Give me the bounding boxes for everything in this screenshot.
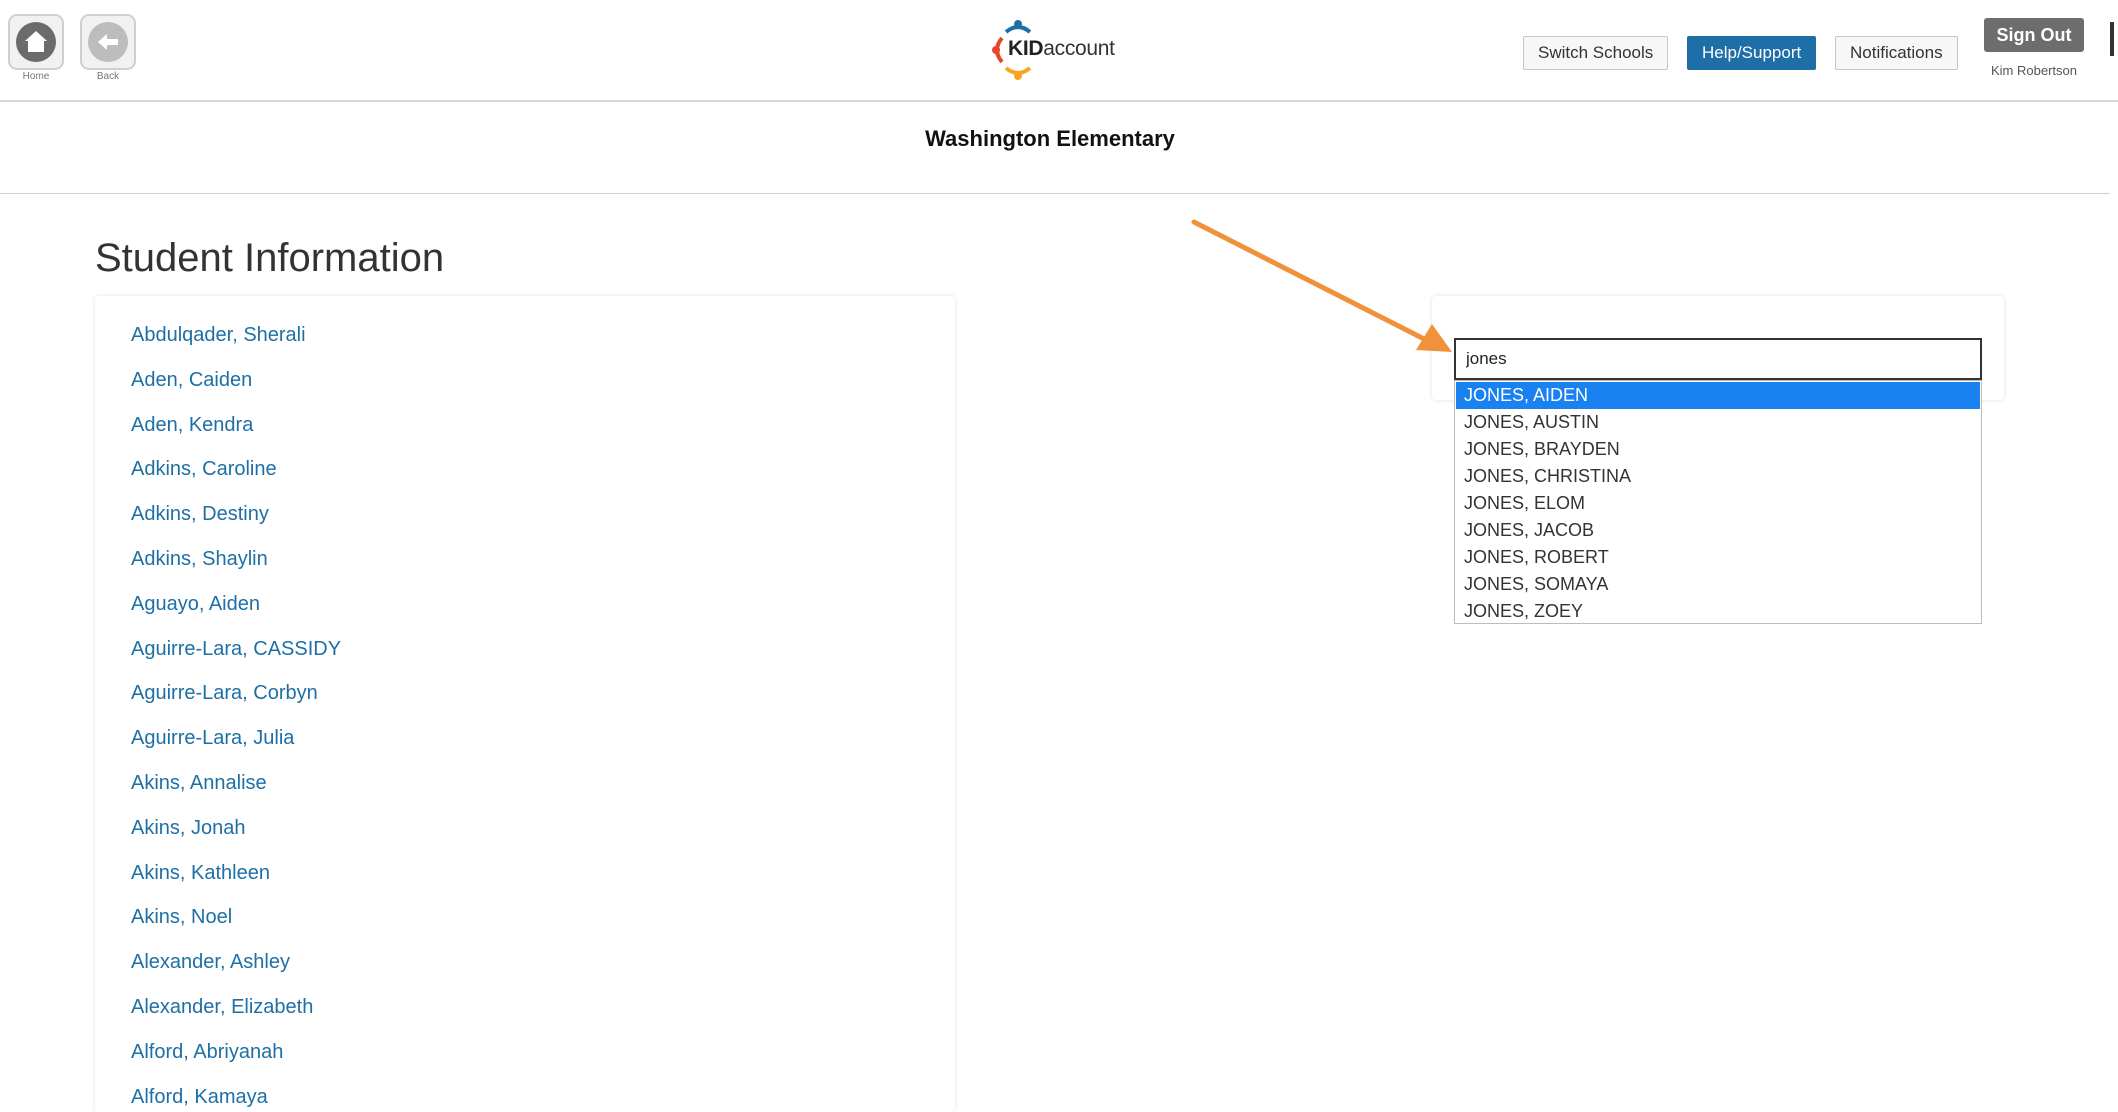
back-arrow-icon [88, 22, 128, 62]
student-link[interactable]: Abdulqader, Sherali [131, 324, 306, 347]
search-result-option[interactable]: JONES, ELOM [1456, 490, 1980, 517]
search-result-option[interactable]: JONES, ROBERT [1456, 544, 1980, 571]
back-label: Back [96, 71, 120, 82]
help-support-button[interactable]: Help/Support [1687, 36, 1817, 70]
search-result-option[interactable]: JONES, BRAYDEN [1456, 436, 1980, 463]
student-link[interactable]: Alford, Kamaya [131, 1086, 268, 1109]
student-link[interactable]: Aguirre-Lara, Corbyn [131, 682, 318, 705]
search-results-dropdown: JONES, AIDEN JONES, AUSTIN JONES, BRAYDEN J… [1454, 380, 1982, 624]
student-link[interactable]: Akins, Jonah [131, 817, 246, 840]
student-link[interactable]: Adkins, Destiny [131, 503, 269, 526]
student-link[interactable]: Alexander, Elizabeth [131, 996, 313, 1019]
home-button[interactable] [8, 14, 64, 70]
home-label: Home [22, 71, 50, 82]
student-link[interactable]: Aguirre-Lara, Julia [131, 727, 294, 750]
page-title: Student Information [95, 236, 445, 280]
user-name: Kim Robertson [1991, 63, 2077, 78]
logo-wordmark: KIDaccount [1008, 37, 1115, 60]
student-search-input[interactable] [1454, 338, 1982, 380]
student-link[interactable]: Alford, Abriyanah [131, 1041, 283, 1064]
student-link[interactable]: Aden, Caiden [131, 369, 252, 392]
student-link[interactable]: Adkins, Shaylin [131, 548, 268, 571]
search-result-option[interactable]: JONES, JACOB [1456, 517, 1980, 544]
student-link[interactable]: Akins, Annalise [131, 772, 267, 795]
student-link[interactable]: Alexander, Ashley [131, 951, 290, 974]
student-link[interactable]: Aguayo, Aiden [131, 593, 260, 616]
sign-out-button[interactable]: Sign Out [1984, 18, 2084, 52]
student-link[interactable]: Aguirre-Lara, CASSIDY [131, 638, 341, 661]
school-name: Washington Elementary [925, 126, 1175, 151]
student-link[interactable]: Adkins, Caroline [131, 458, 277, 481]
search-result-option[interactable]: JONES, ZOEY [1456, 598, 1980, 625]
home-icon [16, 22, 56, 62]
search-result-option[interactable]: JONES, CHRISTINA [1456, 463, 1980, 490]
student-link[interactable]: Akins, Noel [131, 906, 232, 929]
student-link[interactable]: Aden, Kendra [131, 414, 253, 437]
back-button[interactable] [80, 14, 136, 70]
notifications-button[interactable]: Notifications [1835, 36, 1958, 70]
switch-schools-button[interactable]: Switch Schools [1523, 36, 1669, 70]
window-edge [2110, 22, 2114, 56]
student-link[interactable]: Akins, Kathleen [131, 862, 270, 885]
search-result-option[interactable]: JONES, AUSTIN [1456, 409, 1980, 436]
search-result-option[interactable]: JONES, SOMAYA [1456, 571, 1980, 598]
search-result-option[interactable]: JONES, AIDEN [1456, 382, 1980, 409]
annotation-arrow-icon [1191, 219, 1452, 352]
